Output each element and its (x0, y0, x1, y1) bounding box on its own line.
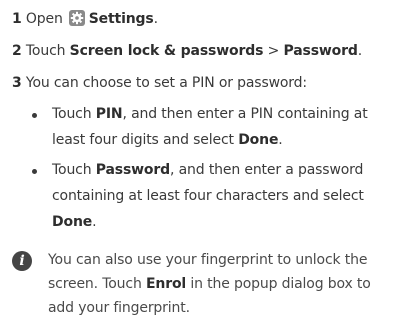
bullet-2-line-3: Done. (52, 212, 97, 232)
step-1: 1 Open Settings. (12, 9, 158, 29)
bullet-punctuation: . (92, 214, 97, 230)
settings-label: Settings (88, 11, 154, 27)
pin-label: PIN (95, 106, 123, 122)
bullet-1-line-2: least four digits and select Done. (52, 130, 283, 150)
bullet-text: , and then enter a password (170, 162, 364, 178)
password-label: Password (283, 43, 358, 59)
note-line-3: add your fingerprint. (48, 300, 190, 316)
step-2: 2 Touch Screen lock & passwords > Passwo… (12, 41, 362, 61)
done-label: Done (238, 132, 279, 148)
path-separator: > (267, 43, 280, 59)
screen-lock-label: Screen lock & passwords (69, 43, 264, 59)
info-icon: i (12, 251, 32, 271)
bullet-2-line-1: Touch Password, and then enter a passwor… (52, 160, 363, 180)
step-number: 2 (12, 43, 22, 59)
bullet-1-line-1: Touch PIN, and then enter a PIN containi… (52, 104, 368, 124)
step-number: 3 (12, 75, 22, 91)
step-punctuation: . (357, 43, 363, 59)
step-text: You can choose to set a PIN or password: (25, 75, 307, 91)
bullet-text: containing at least four characters and … (52, 188, 364, 204)
bullet-text: , and then enter a PIN containing at (122, 106, 368, 122)
note-text: in the popup dialog box to (190, 276, 371, 292)
bullet-text: Touch (52, 162, 92, 178)
note-line-1: You can also use your fingerprint to unl… (48, 252, 368, 268)
bullet-punctuation: . (278, 132, 283, 148)
bullet-dot (32, 169, 37, 174)
note-text: screen. Touch (48, 276, 142, 292)
instructions-document: 1 Open Settings. 2 Touch Screen lock & p… (0, 0, 417, 317)
settings-gear-icon (68, 10, 85, 26)
enrol-label: Enrol (145, 276, 187, 292)
step-text: Touch (25, 43, 66, 59)
note-line-2: screen. Touch Enrol in the popup dialog … (48, 274, 371, 294)
step-text: Open (25, 11, 63, 27)
step-punctuation: . (153, 11, 158, 27)
password-option-label: Password (95, 162, 171, 178)
step-number: 1 (12, 11, 22, 27)
done-label: Done (52, 214, 93, 230)
bullet-2-line-2: containing at least four characters and … (52, 186, 364, 206)
bullet-text: Touch (52, 106, 92, 122)
bullet-text: least four digits and select (52, 132, 234, 148)
bullet-dot (32, 113, 37, 118)
step-3: 3 You can choose to set a PIN or passwor… (12, 73, 307, 93)
